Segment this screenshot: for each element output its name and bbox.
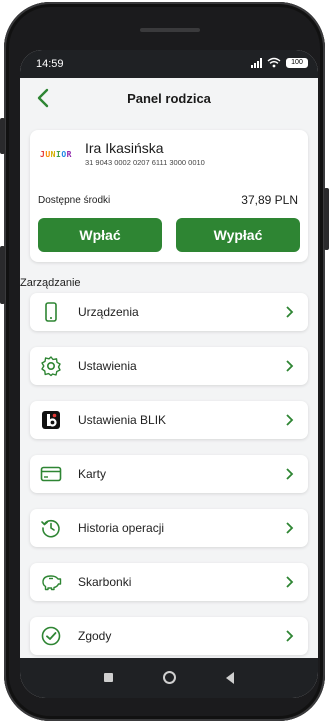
- chevron-right-icon: [286, 360, 294, 372]
- chevron-right-icon: [286, 576, 294, 588]
- menu-item-label: Karty: [78, 467, 107, 481]
- menu-item-history[interactable]: Historia operacji: [30, 509, 308, 547]
- menu-item-blik-settings[interactable]: Ustawienia BLIK: [30, 401, 308, 439]
- menu-item-piggy-banks[interactable]: Skarbonki: [30, 563, 308, 601]
- side-button: [0, 118, 5, 154]
- menu-item-cards[interactable]: Karty: [30, 455, 308, 493]
- account-card: JUNIOR Ira Ikasińska 31 9043 0002 0207 6…: [30, 130, 308, 262]
- system-nav-bar: [20, 658, 318, 698]
- recent-apps-button[interactable]: [104, 673, 113, 682]
- phone-icon: [45, 302, 57, 322]
- history-icon: [41, 519, 60, 538]
- side-button: [0, 246, 5, 304]
- header: Panel rodzica: [20, 78, 318, 118]
- wifi-icon: [267, 57, 281, 68]
- menu-item-label: Historia operacji: [78, 521, 165, 535]
- status-bar: 14:59 100: [20, 50, 318, 78]
- menu-item-label: Skarbonki: [78, 575, 132, 589]
- menu-item-label: Zgody: [78, 629, 112, 643]
- owner-name: Ira Ikasińska: [85, 140, 164, 156]
- menu-item-label: Urządzenia: [78, 305, 139, 319]
- blik-icon: [42, 411, 60, 429]
- status-icons: 100: [251, 57, 308, 68]
- funds-value: 37,89 PLN: [241, 193, 298, 207]
- speaker: [140, 28, 200, 32]
- menu-item-settings[interactable]: Ustawienia: [30, 347, 308, 385]
- account-number: 31 9043 0002 0207 6111 3000 0010: [85, 158, 205, 167]
- funds-label: Dostępne środki: [38, 195, 111, 206]
- side-button: [324, 188, 329, 250]
- chevron-right-icon: [286, 630, 294, 642]
- phone-frame: 14:59 100 Panel rodzica JUNIOR Ira Ikasi…: [4, 2, 325, 721]
- signal-icon: [251, 57, 262, 68]
- piggy-bank-icon: [42, 575, 62, 591]
- logo-letter: R: [66, 150, 72, 159]
- home-button[interactable]: [163, 671, 176, 684]
- menu-item-consents[interactable]: Zgody: [30, 617, 308, 655]
- menu-item-label: Ustawienia: [78, 359, 137, 373]
- page-title: Panel rodzica: [127, 91, 211, 106]
- chevron-right-icon: [286, 306, 294, 318]
- screen: 14:59 100 Panel rodzica JUNIOR Ira Ikasi…: [20, 50, 318, 698]
- menu-item-devices[interactable]: Urządzenia: [30, 293, 308, 331]
- chevron-right-icon: [286, 414, 294, 426]
- junior-logo: JUNIOR: [40, 150, 72, 159]
- section-label: Zarządzanie: [20, 277, 81, 289]
- menu-item-label: Ustawienia BLIK: [78, 413, 167, 427]
- battery-icon: 100: [286, 57, 308, 68]
- gear-icon: [41, 356, 61, 377]
- system-back-button[interactable]: [226, 672, 234, 684]
- chevron-right-icon: [286, 522, 294, 534]
- deposit-button[interactable]: Wpłać: [38, 218, 162, 252]
- withdraw-button[interactable]: Wypłać: [176, 218, 300, 252]
- check-circle-icon: [41, 626, 61, 646]
- status-time: 14:59: [36, 58, 64, 70]
- chevron-right-icon: [286, 468, 294, 480]
- card-icon: [40, 466, 62, 482]
